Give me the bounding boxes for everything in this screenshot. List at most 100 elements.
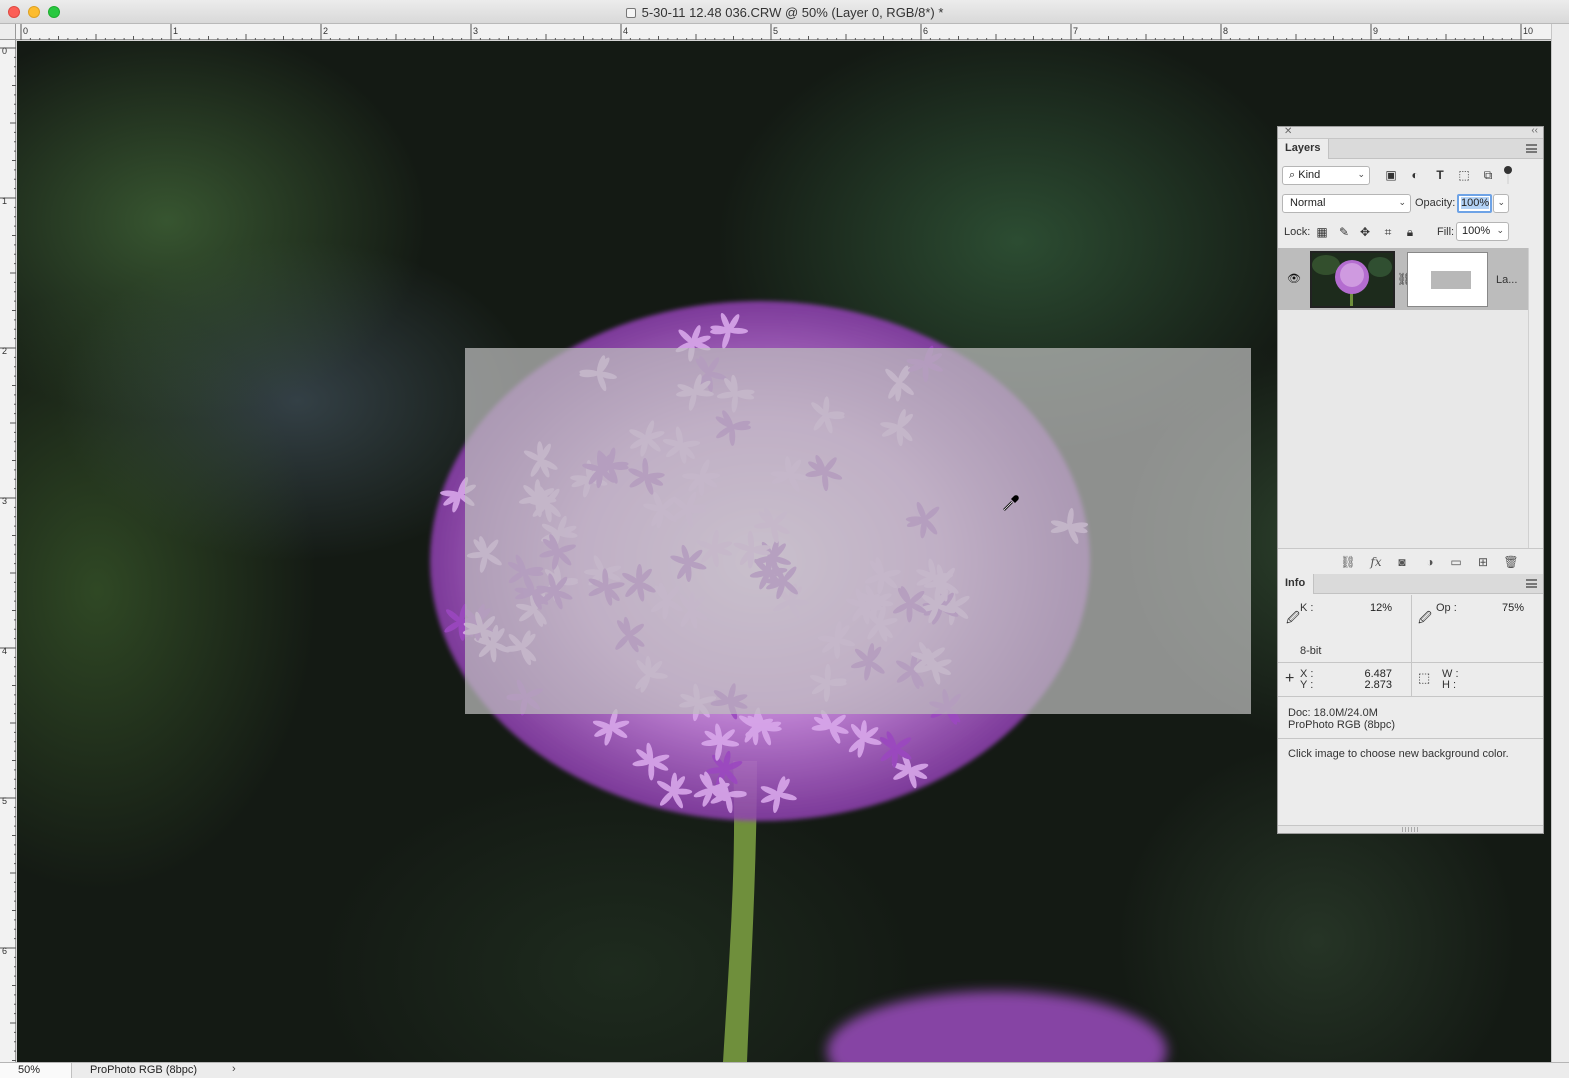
k-value: 12% <box>1369 602 1392 614</box>
info-divider <box>1411 595 1412 662</box>
status-bar: 50% ProPhoto RGB (8bpc) › <box>0 1062 1569 1078</box>
chevron-down-icon: ⌄ <box>1496 225 1504 235</box>
ruler-label: 2 <box>323 26 329 36</box>
blend-mode-value: Normal <box>1290 197 1326 209</box>
selection-size-icon: ⬚ <box>1418 670 1431 685</box>
lock-artboard-icon[interactable]: ⌗ <box>1380 224 1396 240</box>
zoom-level-field[interactable]: 50% <box>0 1063 72 1078</box>
layers-list[interactable]: 👁︎ ⛓︎ La... <box>1278 248 1528 548</box>
ruler-label: 4 <box>623 26 629 36</box>
status-profile[interactable]: ProPhoto RGB (8bpc) <box>90 1064 240 1078</box>
photoshop-window: 5-30-11 12.48 036.CRW @ 50% (Layer 0, RG… <box>0 0 1569 1078</box>
layer-mask-thumbnail[interactable] <box>1407 252 1488 307</box>
tab-info[interactable]: Info <box>1278 574 1315 594</box>
mask-gray-region <box>1431 271 1471 289</box>
layers-panel-menu-icon[interactable] <box>1526 144 1537 153</box>
op-label: Op : <box>1436 602 1457 614</box>
shape-layer-filter-icon[interactable]: ⬚ <box>1456 167 1472 183</box>
k-label: K : <box>1300 602 1314 614</box>
layer-row[interactable]: 👁︎ ⛓︎ La... <box>1278 248 1528 310</box>
layers-list-scrollbar[interactable] <box>1528 248 1543 548</box>
eyedropper-icon: 🖉︎ <box>1418 610 1432 625</box>
lock-label: Lock: <box>1284 226 1311 238</box>
type-layer-filter-icon[interactable]: T <box>1432 167 1448 183</box>
eyedropper-icon: 🖉︎ <box>1286 610 1300 625</box>
ruler-label: 7 <box>1073 26 1079 36</box>
pixel-layer-filter-icon[interactable]: ▣ <box>1383 167 1399 183</box>
opacity-value: 100% <box>1461 197 1490 209</box>
trash-icon[interactable]: 🗑︎ <box>1503 555 1519 569</box>
ruler-label: 5 <box>2 796 8 806</box>
info-tab-row: Info <box>1278 574 1543 594</box>
ruler-label: 0 <box>23 26 29 36</box>
chevron-down-icon: ⌄ <box>1497 197 1505 207</box>
info-body: 🖉︎ K : 12% 🖉︎ Op : 75% 8-bit + X : 6.487… <box>1278 595 1543 835</box>
document-icon <box>625 8 636 18</box>
ruler-label: 10 <box>1523 26 1534 36</box>
grip-lines <box>1402 827 1420 832</box>
h-label: H : <box>1442 679 1457 691</box>
layer-thumbnail[interactable] <box>1310 251 1395 308</box>
filter-kind-select[interactable]: ⌕ Kind ⌄ <box>1282 166 1370 185</box>
vertical-ruler[interactable]: 0 1 2 3 4 5 6 <box>0 40 16 1062</box>
layer-name[interactable]: La... <box>1496 274 1517 286</box>
collapse-panel-icon[interactable]: ‹‹ <box>1531 125 1538 136</box>
ruler-label: 5 <box>773 26 779 36</box>
new-layer-icon[interactable]: ⊞ <box>1475 555 1491 569</box>
tab-layers[interactable]: Layers <box>1278 139 1330 159</box>
crosshair-icon: + <box>1285 670 1295 687</box>
opacity-dropdown-button[interactable]: ⌄ <box>1493 194 1509 213</box>
blend-row: Normal ⌄ Opacity: 100% ⌄ <box>1282 194 1540 214</box>
ruler-origin[interactable] <box>0 24 16 40</box>
y-value: 2.873 <box>1364 679 1392 691</box>
layers-footer: ⛓︎ fx ◙ ◑ ▭ ⊞ 🗑︎ <box>1278 548 1543 574</box>
ruler-label: 4 <box>2 646 8 656</box>
lock-all-icon[interactable]: 🔒︎ <box>1402 224 1418 240</box>
close-panel-icon[interactable]: ✕ <box>1284 126 1292 137</box>
fill-label: Fill: <box>1437 226 1455 238</box>
chevron-down-icon: ⌄ <box>1398 197 1406 207</box>
ruler-label: 6 <box>2 946 8 956</box>
lock-transparent-pixels-icon[interactable]: ▦ <box>1314 224 1330 240</box>
ruler-label: 1 <box>2 196 8 206</box>
horizontal-ruler-ticks <box>20 24 1522 40</box>
adjustment-layer-filter-icon[interactable]: ◐ <box>1407 167 1423 183</box>
layer-filter-row: ⌕ Kind ⌄ ▣ ◐ T ⬚ ⧉ <box>1282 166 1540 186</box>
ruler-label: 9 <box>1373 26 1379 36</box>
lock-position-icon[interactable]: ✥ <box>1357 224 1373 240</box>
visibility-eye-icon[interactable]: 👁︎ <box>1287 272 1301 286</box>
bit-depth-label: 8-bit <box>1300 645 1322 657</box>
blend-mode-select[interactable]: Normal ⌄ <box>1282 194 1411 213</box>
new-group-folder-icon[interactable]: ▭ <box>1448 555 1464 569</box>
fill-value: 100% <box>1462 225 1491 237</box>
ruler-label: 2 <box>2 346 8 356</box>
smart-object-filter-icon[interactable]: ⧉ <box>1480 167 1496 183</box>
filter-toggle-icon[interactable] <box>1504 166 1512 174</box>
fill-input[interactable]: 100% ⌄ <box>1456 222 1509 241</box>
layers-info-panel: ✕ ‹‹ Layers ⌕ Kind ⌄ ▣ ◐ T ⬚ ⧉ Normal ⌄ <box>1277 125 1544 835</box>
add-mask-icon[interactable]: ◙ <box>1394 555 1410 569</box>
ruler-label: 6 <box>923 26 929 36</box>
horizontal-ruler[interactable]: 0 1 2 3 4 5 6 7 8 9 10 <box>16 24 1551 40</box>
color-profile: ProPhoto RGB (8bpc) <box>1288 719 1395 731</box>
chevron-down-icon: ⌄ <box>1357 169 1365 179</box>
opacity-input[interactable]: 100% <box>1457 194 1492 213</box>
op-value: 75% <box>1501 602 1524 614</box>
ruler-label: 8 <box>1223 26 1229 36</box>
lock-image-pixels-icon[interactable]: ✎ <box>1336 224 1352 240</box>
new-adjustment-layer-icon[interactable]: ◑ <box>1422 555 1438 569</box>
link-layers-icon[interactable]: ⛓︎ <box>1340 555 1356 569</box>
opacity-label: Opacity: <box>1415 197 1456 209</box>
info-divider <box>1411 662 1412 696</box>
vertical-scrollbar[interactable] <box>1551 24 1569 1062</box>
panel-resize-grip[interactable] <box>1278 825 1543 833</box>
document-title: 5-30-11 12.48 036.CRW @ 50% (Layer 0, RG… <box>0 5 1569 20</box>
y-label: Y : <box>1300 679 1314 691</box>
title-bar: 5-30-11 12.48 036.CRW @ 50% (Layer 0, RG… <box>0 0 1569 24</box>
layers-tab-row: Layers <box>1278 139 1543 159</box>
status-menu-arrow[interactable]: › <box>232 1063 236 1075</box>
flower-thumbnail-image <box>1312 253 1393 306</box>
info-panel-menu-icon[interactable] <box>1526 579 1537 588</box>
tool-hint: Click image to choose new background col… <box>1288 748 1509 760</box>
fx-icon[interactable]: fx <box>1368 555 1384 569</box>
